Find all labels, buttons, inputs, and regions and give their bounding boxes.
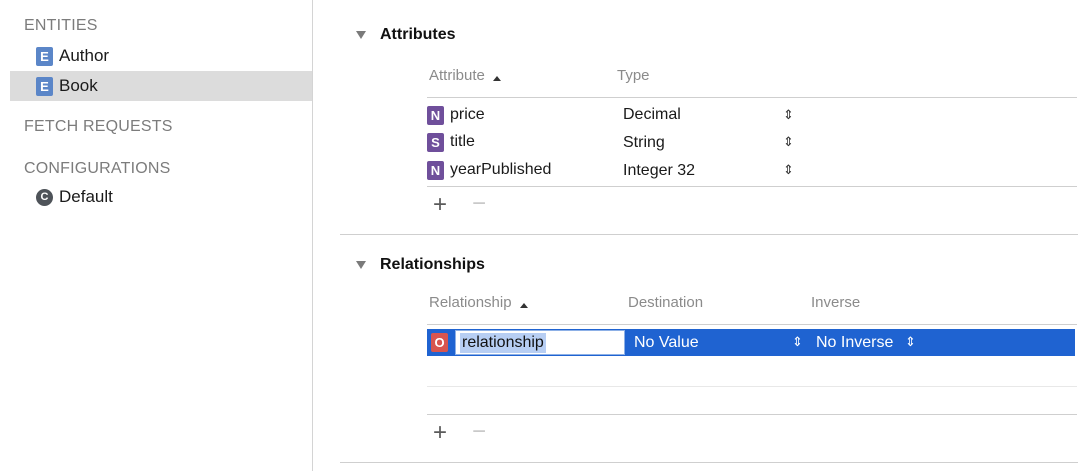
relationships-title: Relationships — [380, 256, 485, 273]
inverse-stepper-icon[interactable]: ⇕ — [905, 334, 916, 350]
type-stepper-icon[interactable]: ⇕ — [783, 134, 794, 150]
attribute-type-icon: N — [427, 160, 444, 180]
destination-column-label: Destination — [628, 294, 704, 311]
disclosure-triangle-icon[interactable] — [356, 261, 366, 269]
disclosure-triangle-icon[interactable] — [356, 31, 366, 39]
configurations-header: CONFIGURATIONS — [24, 160, 171, 177]
attribute-row[interactable]: S title String ⇕ — [427, 129, 1077, 155]
attribute-name[interactable]: yearPublished — [450, 161, 634, 179]
relationships-header-divider — [427, 324, 1077, 325]
sidebar-item-label: Default — [59, 187, 113, 206]
attribute-type-select[interactable]: Decimal — [623, 106, 681, 124]
attributes-title: Attributes — [380, 26, 456, 43]
entity-icon: E — [36, 46, 53, 66]
empty-row-divider — [427, 386, 1077, 387]
attribute-row[interactable]: N price Decimal ⇕ — [427, 102, 1077, 128]
attributes-section-toggle[interactable]: Attributes — [356, 26, 456, 44]
sort-ascending-icon — [492, 76, 501, 81]
attribute-type-select[interactable]: String — [623, 134, 665, 152]
attribute-type-select[interactable]: Integer 32 — [623, 162, 695, 180]
inverse-select[interactable]: No Inverse — [816, 334, 893, 352]
sort-ascending-icon — [519, 303, 528, 308]
destination-column-header[interactable]: Destination — [628, 294, 703, 311]
inverse-column-label: Inverse — [811, 294, 861, 311]
attribute-name[interactable]: price — [450, 106, 634, 124]
attribute-name[interactable]: title — [450, 133, 634, 151]
destination-select[interactable]: No Value — [634, 334, 699, 352]
relationship-column-header[interactable]: Relationship — [429, 294, 528, 311]
attribute-column-label: Attribute — [429, 67, 485, 84]
sidebar-item-book[interactable]: E Book — [10, 71, 312, 101]
fetch-requests-header[interactable]: FETCH REQUESTS — [24, 118, 173, 136]
attribute-type-icon: S — [427, 132, 444, 152]
relationship-row-selected[interactable]: O relationship No Value ⇕ No Inverse ⇕ — [427, 329, 1075, 356]
remove-attribute-button[interactable]: − — [472, 192, 486, 216]
relationship-type-icon: O — [431, 333, 448, 352]
attributes-header-divider — [427, 97, 1077, 98]
sidebar-item-default[interactable]: C Default — [10, 182, 312, 212]
attribute-type-icon: N — [427, 105, 444, 125]
attributes-footer-divider — [427, 186, 1077, 187]
sidebar-item-label: Author — [59, 46, 110, 65]
entities-header: ENTITIES — [24, 17, 98, 34]
sidebar: ENTITIES E Author E Book FETCH REQUESTS … — [0, 0, 313, 471]
attribute-column-header[interactable]: Attribute — [429, 67, 501, 84]
add-relationship-button[interactable]: + — [433, 421, 447, 445]
sidebar-item-label: Book — [59, 76, 98, 95]
sidebar-item-author[interactable]: E Author — [10, 41, 312, 71]
type-column-header[interactable]: Type — [617, 67, 650, 84]
relationship-name-field[interactable]: relationship — [455, 330, 625, 355]
relationship-name-text[interactable]: relationship — [460, 332, 546, 353]
entity-icon: E — [36, 76, 53, 96]
remove-relationship-button[interactable]: − — [472, 420, 486, 444]
add-attribute-button[interactable]: + — [433, 193, 447, 217]
type-column-label: Type — [617, 67, 650, 84]
type-stepper-icon[interactable]: ⇕ — [783, 162, 794, 178]
type-stepper-icon[interactable]: ⇕ — [783, 107, 794, 123]
configuration-icon: C — [36, 188, 53, 206]
inverse-column-header[interactable]: Inverse — [811, 294, 860, 311]
relationships-footer-divider — [427, 414, 1077, 415]
section-divider — [340, 462, 1078, 463]
section-divider — [340, 234, 1078, 235]
relationship-column-label: Relationship — [429, 294, 512, 311]
attribute-row[interactable]: N yearPublished Integer 32 ⇕ — [427, 157, 1077, 183]
relationships-section-toggle[interactable]: Relationships — [356, 256, 485, 274]
destination-stepper-icon[interactable]: ⇕ — [792, 334, 803, 350]
editor-main: Attributes Attribute Type N price Decima… — [312, 0, 1090, 471]
